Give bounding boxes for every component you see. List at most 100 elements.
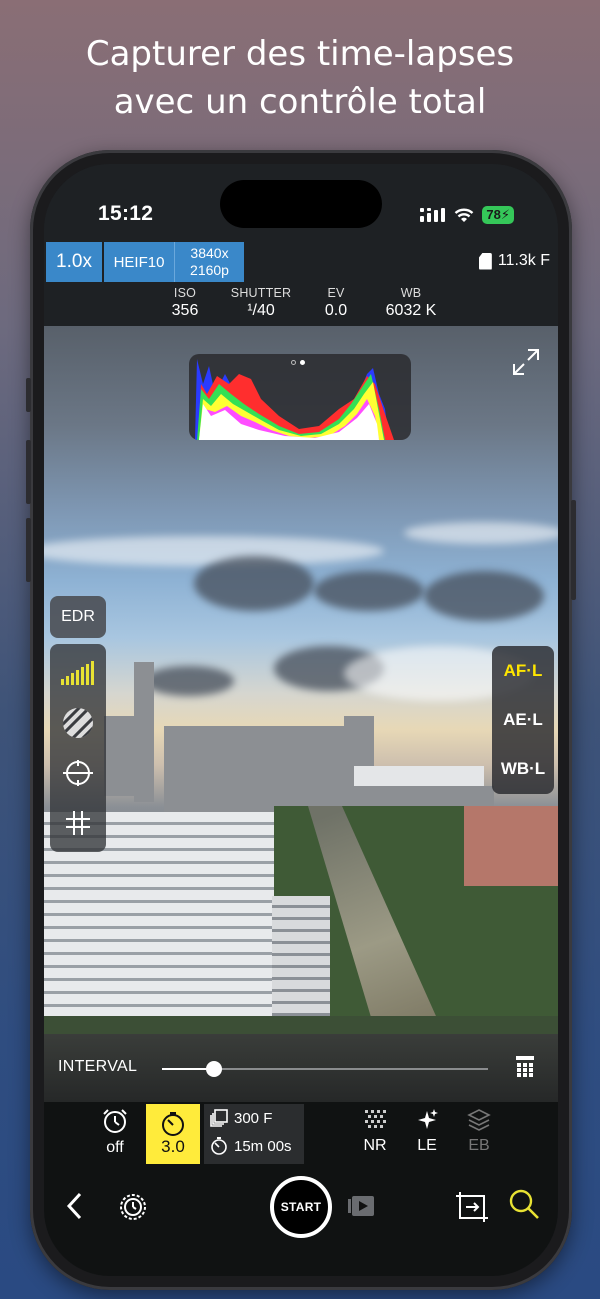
resolution-width: 3840x bbox=[190, 245, 229, 261]
cloud bbox=[424, 571, 544, 621]
battery-indicator: 78⚡ bbox=[482, 206, 514, 224]
treeline bbox=[44, 1016, 558, 1034]
alarm-clock-icon bbox=[103, 1109, 127, 1133]
sd-card-icon bbox=[478, 252, 492, 270]
headline-line-2: avec un contrôle total bbox=[113, 82, 487, 122]
waveform-tool[interactable] bbox=[50, 648, 106, 698]
ev-value: 0.0 bbox=[324, 302, 348, 319]
cellular-signal-icon bbox=[420, 208, 446, 222]
layers-icon bbox=[467, 1109, 491, 1131]
frames-duration-panel[interactable]: 300 F 15m 00s bbox=[204, 1104, 304, 1164]
wb-label: WB bbox=[400, 286, 422, 300]
zebra-tool[interactable] bbox=[50, 698, 106, 748]
nr-label: NR bbox=[363, 1137, 387, 1154]
wb-lock-button[interactable]: WB·L bbox=[492, 744, 554, 793]
focus-peaking-tool[interactable] bbox=[50, 748, 106, 798]
histogram[interactable] bbox=[189, 354, 411, 440]
shutter-readout[interactable]: SHUTTER ¹/40 bbox=[226, 286, 296, 320]
iso-value: 356 bbox=[171, 302, 199, 319]
cloud bbox=[314, 571, 424, 611]
noise-grid-icon bbox=[365, 1110, 386, 1128]
camera-viewfinder[interactable]: EDR AF·L AE·L WB·L bbox=[44, 326, 558, 1034]
mute-switch bbox=[26, 378, 31, 412]
battery-level: 78 bbox=[486, 207, 501, 222]
le-label: LE bbox=[417, 1137, 437, 1154]
volume-up-button bbox=[26, 440, 31, 504]
back-chevron-icon[interactable] bbox=[66, 1192, 82, 1220]
keypad-icon[interactable] bbox=[514, 1056, 536, 1078]
wifi-icon bbox=[455, 208, 474, 222]
start-button[interactable]: START bbox=[270, 1176, 332, 1238]
delay-value: off bbox=[106, 1139, 124, 1156]
storage-frames-remaining: 11.3k F bbox=[478, 252, 550, 270]
delay-control[interactable]: off bbox=[100, 1108, 130, 1157]
interval-row: INTERVAL bbox=[44, 1034, 558, 1102]
crop-frame-icon[interactable] bbox=[454, 1190, 490, 1224]
exposure-info-bar: ISO 356 SHUTTER ¹/40 EV 0.0 WB 6032 K bbox=[44, 286, 558, 326]
zoom-button[interactable]: 1.0x bbox=[46, 242, 102, 282]
signal-bars-icon bbox=[61, 661, 94, 685]
duration-value: 15m 00s bbox=[234, 1137, 292, 1155]
timer-icon bbox=[162, 1112, 184, 1136]
long-exposure-button[interactable]: LE bbox=[412, 1108, 442, 1155]
apartment-block bbox=[272, 896, 330, 1034]
phone-screen: 15:12 78⚡ 1.0x HEIF10 3840x 2160p 11.3k … bbox=[44, 164, 558, 1276]
iso-readout[interactable]: ISO 356 bbox=[160, 286, 210, 320]
building bbox=[464, 806, 558, 886]
timer-value: 3.0 bbox=[161, 1137, 185, 1156]
shutter-label: SHUTTER bbox=[230, 286, 292, 300]
wb-readout[interactable]: WB 6032 K bbox=[378, 286, 444, 320]
cloud bbox=[194, 556, 314, 611]
interval-label: INTERVAL bbox=[58, 1058, 138, 1075]
phone-frame: 15:12 78⚡ 1.0x HEIF10 3840x 2160p 11.3k … bbox=[26, 150, 576, 1290]
sparkles-icon bbox=[418, 1109, 438, 1129]
interval-slider[interactable] bbox=[162, 1061, 488, 1077]
ev-label: EV bbox=[327, 286, 345, 300]
af-lock-button[interactable]: AF·L bbox=[492, 646, 554, 695]
expand-icon[interactable] bbox=[510, 346, 542, 378]
volume-down-button bbox=[26, 518, 31, 582]
frames-value: 300 F bbox=[234, 1109, 273, 1127]
noise-reduction-button[interactable]: NR bbox=[360, 1108, 390, 1155]
exposure-bracket-button[interactable]: EB bbox=[464, 1108, 494, 1155]
crosshair-icon bbox=[63, 760, 93, 786]
left-toolbar: EDR bbox=[50, 596, 106, 852]
zebra-stripes-icon bbox=[63, 708, 93, 738]
ae-lock-button[interactable]: AE·L bbox=[492, 695, 554, 744]
cloud bbox=[44, 536, 384, 566]
wb-value: 6032 K bbox=[385, 302, 437, 319]
status-icons: 78⚡ bbox=[420, 206, 514, 224]
cloud bbox=[404, 522, 558, 544]
camera-top-bar: 1.0x HEIF10 3840x 2160p 11.3k F bbox=[44, 242, 558, 286]
resolution-button[interactable]: 3840x 2160p bbox=[174, 242, 244, 282]
grid-tool[interactable] bbox=[50, 798, 106, 848]
status-time: 15:12 bbox=[98, 202, 154, 225]
time-history-icon[interactable] bbox=[118, 1192, 148, 1222]
video-playback-icon[interactable] bbox=[346, 1194, 376, 1218]
interval-slider-thumb[interactable] bbox=[206, 1061, 223, 1077]
magnifier-icon[interactable] bbox=[508, 1188, 540, 1220]
histogram-graph bbox=[195, 359, 394, 440]
duration-timer-icon bbox=[211, 1137, 227, 1155]
building bbox=[104, 716, 144, 796]
dynamic-island bbox=[220, 180, 382, 228]
frames-stack-icon bbox=[210, 1109, 228, 1127]
duration-row: 15m 00s bbox=[204, 1132, 304, 1160]
ev-readout[interactable]: EV 0.0 bbox=[316, 286, 356, 320]
format-button[interactable]: HEIF10 bbox=[104, 242, 174, 282]
edr-button[interactable]: EDR bbox=[50, 596, 106, 638]
iso-label: ISO bbox=[173, 286, 197, 300]
frames-row: 300 F bbox=[204, 1104, 304, 1132]
shutter-value: ¹/40 bbox=[247, 302, 275, 319]
headline-line-1: Capturer des time-lapses bbox=[85, 34, 515, 74]
bottom-action-row: START bbox=[44, 1172, 558, 1252]
marketing-headline: Capturer des time-lapses avec un contrôl… bbox=[0, 30, 600, 126]
grid-icon bbox=[66, 811, 90, 835]
capture-controls: off 3.0 300 F 15m 00s NR LE EB START bbox=[44, 1102, 558, 1276]
eb-label: EB bbox=[468, 1137, 490, 1154]
power-button bbox=[571, 500, 576, 600]
interval-timer-button[interactable]: 3.0 bbox=[146, 1104, 200, 1164]
lock-panel: AF·L AE·L WB·L bbox=[492, 646, 554, 794]
overlay-tools bbox=[50, 644, 106, 852]
resolution-height: 2160p bbox=[190, 262, 229, 278]
